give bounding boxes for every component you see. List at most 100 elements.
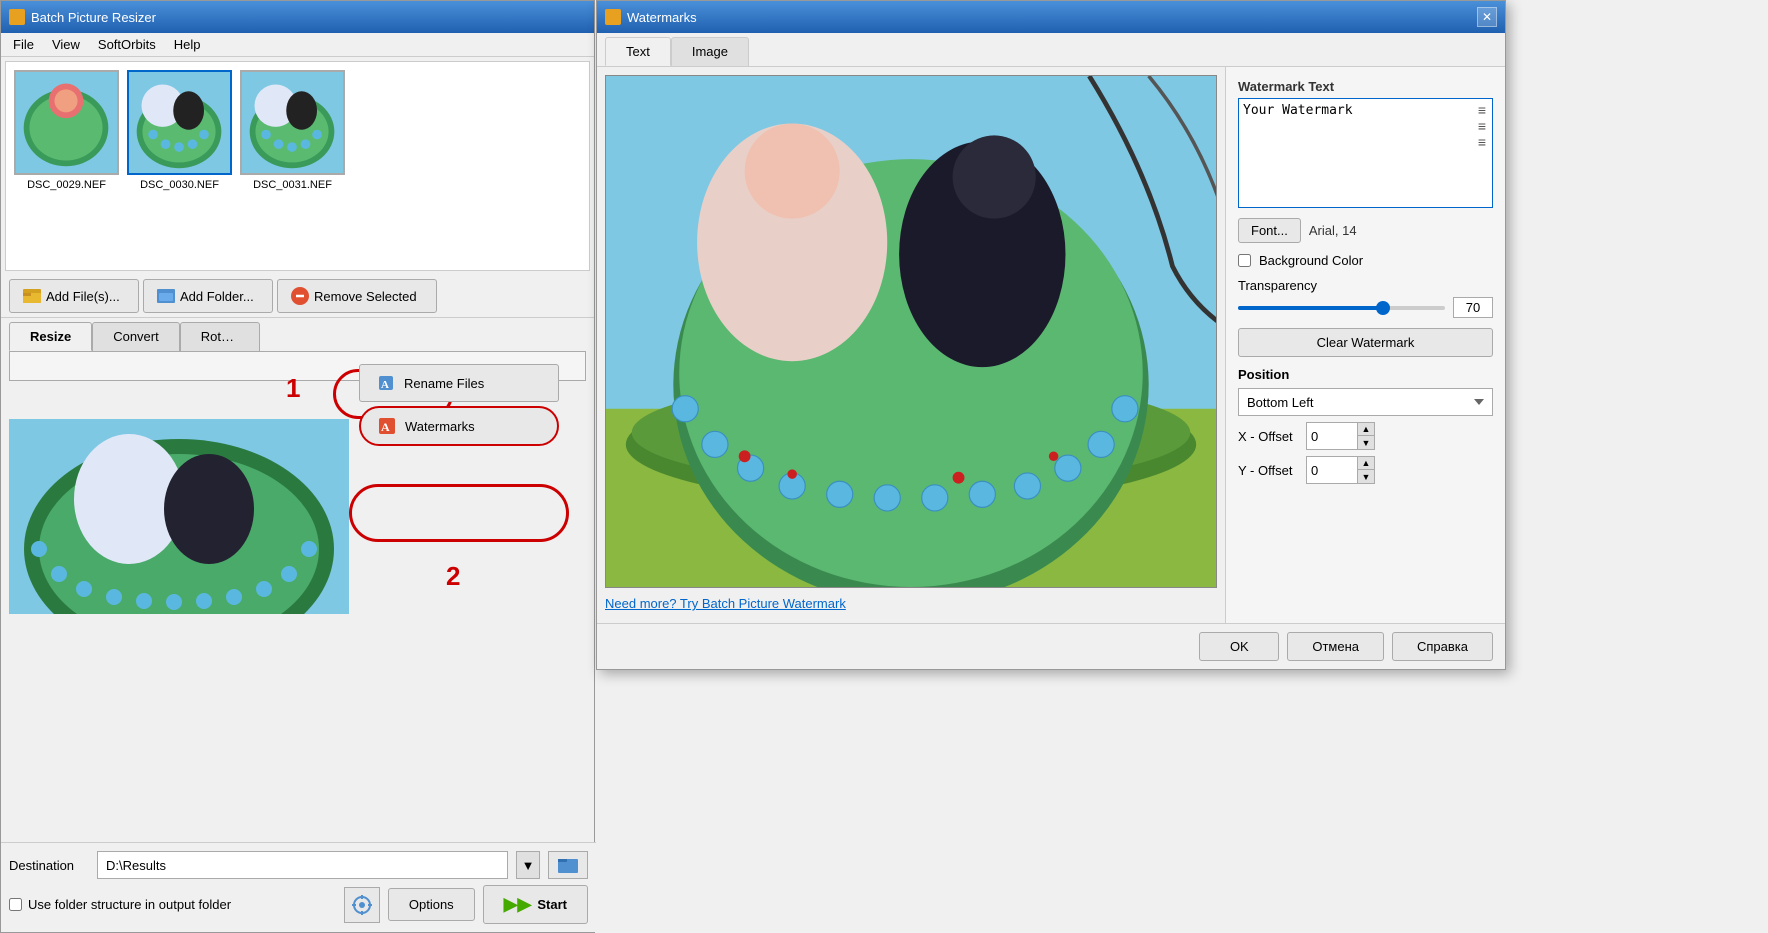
menu-view[interactable]: View [44,35,88,54]
dialog-titlebar: Watermarks ✕ [597,1,1505,33]
dialog-titlebar-left: Watermarks [605,9,697,25]
font-value: Arial, 14 [1309,223,1357,238]
x-offset-spinners: ▲ ▼ [1357,423,1374,449]
rename-icon: A [376,373,396,393]
thumbnail-label: DSC_0030.NEF [140,179,219,191]
x-offset-input-group: ▲ ▼ [1306,422,1375,450]
watermark-text-container: ≡ ≡ ≡ [1238,98,1493,208]
transparency-slider-fill [1238,306,1383,310]
cancel-button[interactable]: Отмена [1287,632,1384,661]
svg-text:A: A [381,420,390,434]
font-button[interactable]: Font... [1238,218,1301,243]
add-folder-icon [156,286,176,306]
options-button[interactable]: Options [388,888,475,921]
menubar: File View SoftOrbits Help [1,33,594,57]
dialog-icon [605,9,621,25]
position-label: Position [1238,367,1493,382]
watermarks-button[interactable]: A Watermarks [359,406,559,446]
remove-selected-label: Remove Selected [314,289,417,304]
transparency-label: Transparency [1238,278,1317,293]
align-right-icon[interactable]: ≡ [1474,135,1490,149]
browse-folder-button[interactable] [548,851,588,879]
destination-row: Destination ▼ [9,851,588,879]
rename-files-button[interactable]: A Rename Files [359,364,559,402]
help-link[interactable]: Need more? Try Batch Picture Watermark [605,596,846,611]
dialog-tab-text[interactable]: Text [605,37,671,66]
menu-file[interactable]: File [5,35,42,54]
clear-watermark-button[interactable]: Clear Watermark [1238,328,1493,357]
x-offset-up[interactable]: ▲ [1358,423,1374,436]
dialog-title: Watermarks [627,10,697,25]
destination-label: Destination [9,858,89,873]
rename-files-label: Rename Files [404,376,484,391]
tab-convert[interactable]: Convert [92,322,180,351]
large-preview-image [9,419,349,614]
text-align-icons: ≡ ≡ ≡ [1474,103,1490,149]
destination-input[interactable] [97,851,508,879]
dialog-tab-image[interactable]: Image [671,37,749,66]
dialog-tabs: Text Image [597,33,1505,67]
thumbnail-item[interactable]: DSC_0029.NEF [14,70,119,191]
x-offset-input[interactable] [1307,423,1357,449]
destination-dropdown-button[interactable]: ▼ [516,851,540,879]
add-files-label: Add File(s)... [46,289,120,304]
transparency-value-input[interactable] [1453,297,1493,318]
y-offset-up[interactable]: ▲ [1358,457,1374,470]
help-button[interactable]: Справка [1392,632,1493,661]
sidebar-buttons: A Rename Files A Watermarks [351,356,567,454]
settings-icon-button[interactable] [344,887,380,923]
bg-color-row: Background Color [1238,253,1493,268]
remove-selected-button[interactable]: Remove Selected [277,279,437,313]
bg-color-checkbox[interactable] [1238,254,1251,267]
align-center-icon[interactable]: ≡ [1474,119,1490,133]
tab-rotate[interactable]: Rotate [180,322,260,351]
right-panel: Watermark Text ≡ ≡ ≡ Font... Arial, 14 [1225,67,1505,623]
x-offset-row: X - Offset ▲ ▼ [1238,422,1493,450]
watermarks-dialog: Watermarks ✕ Text Image [596,0,1506,670]
thumbnails-area: DSC_0029.NEF DSC_0030.NEF [5,61,590,271]
thumbnail-item[interactable]: DSC_0030.NEF [127,70,232,191]
svg-text:A: A [381,379,389,391]
add-files-button[interactable]: Add File(s)... [9,279,139,313]
y-offset-label: Y - Offset [1238,463,1298,478]
dialog-close-button[interactable]: ✕ [1477,7,1497,27]
y-offset-input[interactable] [1307,457,1357,483]
folder-structure-checkbox[interactable] [9,898,22,911]
app-titlebar: Batch Picture Resizer [1,1,594,33]
transparency-label-row: Transparency [1238,278,1493,293]
align-left-icon[interactable]: ≡ [1474,103,1490,117]
watermarks-icon: A [377,416,397,436]
ok-button[interactable]: OK [1199,632,1279,661]
action-buttons: Options ▶▶ Start [344,885,588,924]
thumbnail-image [240,70,345,175]
watermark-text-section-label: Watermark Text [1238,79,1493,94]
thumbnail-label: DSC_0029.NEF [27,179,106,191]
add-files-icon [22,286,42,306]
preview-area: Need more? Try Batch Picture Watermark [597,67,1225,623]
watermark-text-section: Watermark Text ≡ ≡ ≡ [1238,79,1493,208]
tab-strip: Resize Convert Rotate [9,322,586,351]
thumbnail-item[interactable]: DSC_0031.NEF [240,70,345,191]
dialog-footer: OK Отмена Справка [597,623,1505,669]
start-button[interactable]: ▶▶ Start [483,885,588,924]
transparency-slider-track [1238,306,1445,310]
start-label: Start [537,897,567,912]
position-select[interactable]: Bottom Left Top Left Top Center Top Righ… [1238,388,1493,416]
add-folder-button[interactable]: Add Folder... [143,279,273,313]
font-row: Font... Arial, 14 [1238,218,1493,243]
menu-softorbits[interactable]: SoftOrbits [90,35,164,54]
bg-color-label: Background Color [1259,253,1363,268]
x-offset-down[interactable]: ▼ [1358,436,1374,449]
thumbnail-label: DSC_0031.NEF [253,179,332,191]
menu-help[interactable]: Help [166,35,209,54]
transparency-slider-thumb[interactable] [1376,301,1390,315]
app-icon [9,9,25,25]
annotation-number-2: 2 [446,561,460,592]
annotation-circle-watermarks [349,484,569,542]
position-section: Position Bottom Left Top Left Top Center… [1238,367,1493,484]
preview-frame [605,75,1217,588]
y-offset-down[interactable]: ▼ [1358,470,1374,483]
watermark-text-input[interactable] [1239,99,1492,207]
y-offset-spinners: ▲ ▼ [1357,457,1374,483]
tab-resize[interactable]: Resize [9,322,92,351]
